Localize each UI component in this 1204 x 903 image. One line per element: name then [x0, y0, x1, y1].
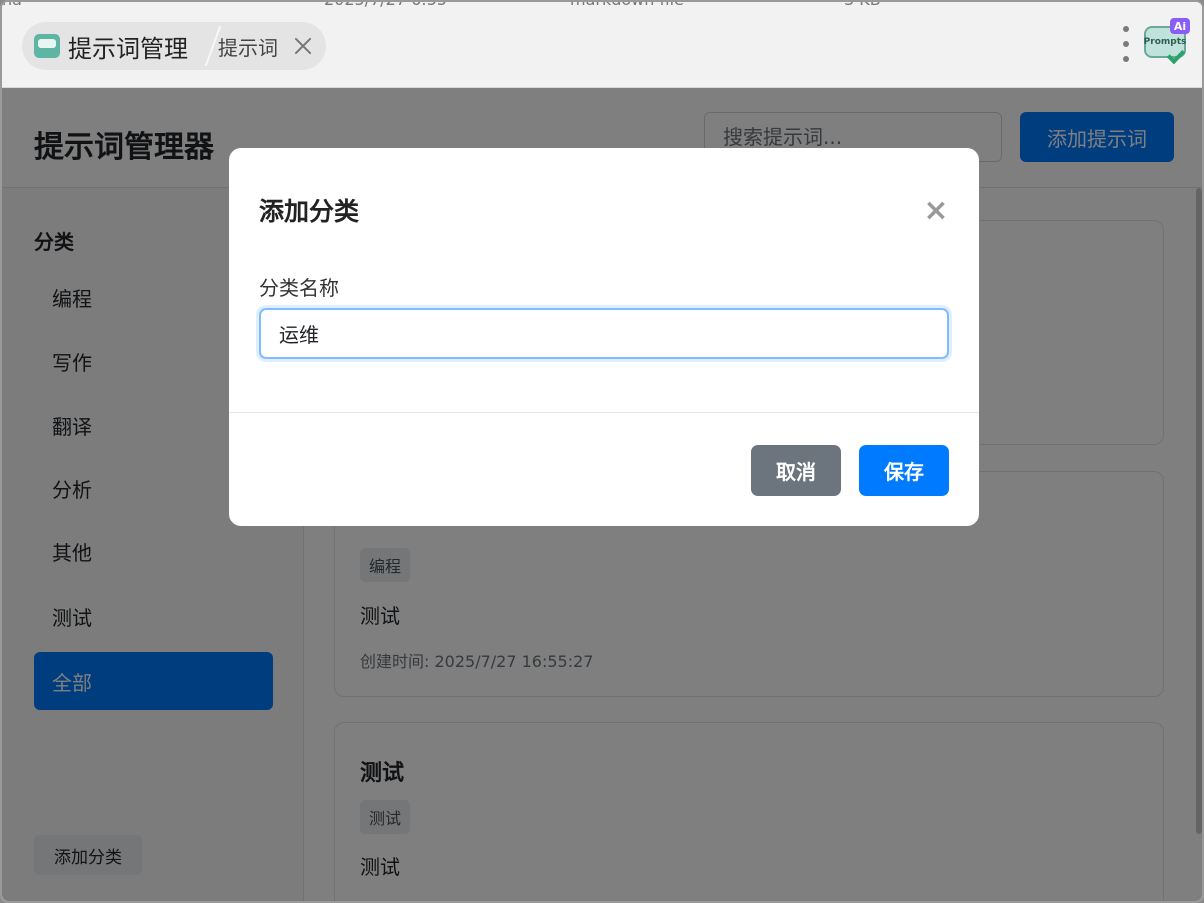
category-name-input[interactable]: [259, 308, 949, 359]
file-name-cell: na: [2, 2, 22, 9]
modal-divider: [229, 412, 979, 413]
tab-page[interactable]: 提示词: [218, 22, 314, 70]
add-category-modal: 添加分类 × 分类名称 取消 保存: [229, 148, 979, 526]
cancel-button[interactable]: 取消: [751, 445, 841, 496]
tab-app-label: 提示词管理: [68, 34, 188, 63]
prompts-extension-icon[interactable]: Prompts Ai: [1140, 18, 1190, 70]
tab-group: 提示词管理 提示词: [22, 22, 326, 70]
file-date-cell: 2025/7/27 6:55: [324, 2, 447, 9]
tab-app[interactable]: 提示词管理: [22, 22, 212, 70]
browser-tab-bar: na 2025/7/27 6:55 markdown file 3 KB 提示词…: [2, 2, 1202, 88]
modal-title: 添加分类: [259, 197, 360, 226]
file-size-cell: 3 KB: [844, 2, 881, 9]
category-name-label: 分类名称: [259, 276, 339, 300]
close-tab-icon[interactable]: [292, 35, 314, 57]
prompt-app-icon: [34, 34, 60, 58]
browser-window: na 2025/7/27 6:55 markdown file 3 KB 提示词…: [0, 0, 1204, 903]
close-icon[interactable]: ×: [923, 196, 949, 226]
extension-ai-badge: Ai: [1170, 18, 1190, 34]
extension-bubble-text: Prompts: [1143, 37, 1187, 47]
tab-page-label: 提示词: [218, 35, 278, 60]
more-options-icon[interactable]: [1118, 26, 1134, 62]
background-file-row: na 2025/7/27 6:55 markdown file 3 KB: [2, 2, 1202, 9]
save-button[interactable]: 保存: [859, 445, 949, 496]
file-type-cell: markdown file: [570, 2, 684, 9]
